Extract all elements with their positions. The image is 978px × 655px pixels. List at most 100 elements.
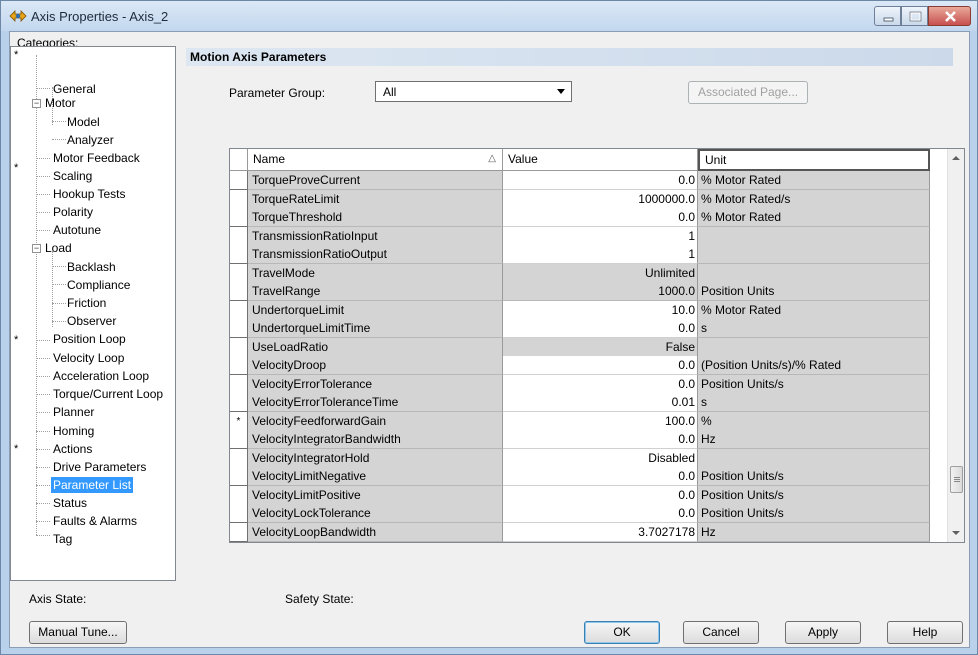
row-selector[interactable]: [230, 171, 248, 190]
param-value-cell[interactable]: 1000000.0: [503, 189, 698, 209]
table-row[interactable]: VelocityErrorTolerance 0.0 Position Units/…: [230, 374, 947, 394]
table-row[interactable]: VelocityLoopBandwidth 3.7027178 Hz: [230, 522, 947, 542]
parameter-group-select[interactable]: All: [375, 81, 572, 102]
row-selector[interactable]: [230, 319, 248, 338]
tree-item-position-loop[interactable]: Position Loop: [53, 331, 126, 347]
close-button[interactable]: [928, 6, 971, 26]
param-value-cell[interactable]: 0.0: [503, 504, 698, 523]
row-selector[interactable]: [230, 208, 248, 227]
param-value-cell[interactable]: 100.0: [503, 411, 698, 431]
tree-item-scaling[interactable]: Scaling: [53, 168, 92, 184]
grid-scrollbar[interactable]: [947, 149, 964, 542]
param-value-cell[interactable]: 0.0: [503, 467, 698, 486]
tree-item-analyzer[interactable]: Analyzer: [67, 132, 114, 148]
tree-item-load[interactable]: Load: [45, 240, 72, 256]
apply-button[interactable]: Apply: [785, 621, 861, 644]
param-value-cell[interactable]: 1: [503, 245, 698, 264]
table-row[interactable]: TravelRange 1000.0 Position Units: [230, 282, 947, 301]
column-header-name[interactable]: Name △: [248, 149, 503, 171]
row-selector[interactable]: [230, 504, 248, 523]
table-row[interactable]: VelocityDroop 0.0 (Position Units/s)/% Rat…: [230, 356, 947, 375]
param-value-cell[interactable]: 10.0: [503, 300, 698, 320]
title-bar[interactable]: Axis Properties - Axis_2: [1, 1, 977, 31]
tree-item-faults-alarms[interactable]: Faults & Alarms: [53, 513, 137, 529]
ok-button[interactable]: OK: [584, 621, 660, 644]
table-row[interactable]: TorqueThreshold 0.0% Motor Rated: [230, 208, 947, 227]
row-selector[interactable]: [230, 467, 248, 486]
table-row[interactable]: TorqueProveCurrent 0.0% Motor Rated: [230, 171, 947, 190]
tree-item-velocity-loop[interactable]: Velocity Loop: [53, 350, 124, 366]
scroll-down-icon[interactable]: [952, 531, 960, 535]
param-value-cell[interactable]: 0.0: [503, 485, 698, 505]
tree-item-acceleration-loop[interactable]: Acceleration Loop: [53, 368, 149, 384]
row-selector[interactable]: [230, 393, 248, 412]
table-row[interactable]: VelocityErrorToleranceTime 0.01 s: [230, 393, 947, 412]
param-value-cell[interactable]: 0.0: [503, 319, 698, 338]
tree-item-polarity[interactable]: Polarity: [53, 204, 93, 220]
row-selector[interactable]: [230, 374, 248, 394]
tree-item-hookup-tests[interactable]: Hookup Tests: [53, 186, 126, 202]
table-row[interactable]: TransmissionRatioInput 1: [230, 226, 947, 246]
tree-item-backlash[interactable]: Backlash: [67, 259, 116, 275]
param-value-cell[interactable]: 0.01: [503, 393, 698, 412]
tree-item-status[interactable]: Status: [53, 495, 87, 511]
row-selector[interactable]: [230, 189, 248, 209]
table-row[interactable]: TravelMode Unlimited: [230, 263, 947, 283]
help-button[interactable]: Help: [887, 621, 963, 644]
row-selector[interactable]: [230, 448, 248, 468]
table-row[interactable]: TorqueRateLimit 1000000.0% Motor Rated/s: [230, 189, 947, 209]
table-row[interactable]: TransmissionRatioOutput 1: [230, 245, 947, 264]
row-selector[interactable]: [230, 356, 248, 375]
tree-item-drive-parameters[interactable]: Drive Parameters: [53, 459, 146, 475]
collapse-motor-icon[interactable]: −: [32, 99, 41, 108]
minimize-button[interactable]: [874, 6, 901, 26]
param-value-cell[interactable]: 0.0: [503, 430, 698, 449]
tree-item-planner[interactable]: Planner: [53, 404, 94, 420]
table-row[interactable]: VelocityLimitPositive 0.0 Position Units/s: [230, 485, 947, 505]
row-selector[interactable]: [230, 485, 248, 505]
row-selector[interactable]: [230, 263, 248, 283]
associated-page-button[interactable]: Associated Page...: [688, 81, 808, 104]
param-value-cell[interactable]: 1: [503, 226, 698, 246]
column-header-value[interactable]: Value: [503, 149, 698, 171]
tree-item-motor[interactable]: Motor: [45, 95, 76, 111]
tree-item-model[interactable]: Model: [67, 114, 100, 130]
column-header-unit[interactable]: Unit: [698, 149, 930, 171]
tree-item-autotune[interactable]: Autotune: [53, 222, 101, 238]
tree-item-parameter-list[interactable]: Parameter List: [51, 477, 134, 493]
tree-item-motor-feedback[interactable]: Motor Feedback: [53, 150, 140, 166]
table-row[interactable]: UseLoadRatio False: [230, 337, 947, 357]
tree-item-homing[interactable]: Homing: [53, 423, 94, 439]
param-value-cell[interactable]: 0.0: [503, 356, 698, 375]
table-row[interactable]: VelocityLimitNegative 0.0 Position Units/s: [230, 467, 947, 486]
row-selector[interactable]: [230, 226, 248, 246]
categories-tree[interactable]: * General − Motor Model Analyzer Motor F…: [10, 46, 176, 581]
tree-item-torque-current-loop[interactable]: Torque/Current Loop: [53, 386, 163, 402]
table-row[interactable]: UndertorqueLimit 10.0% Motor Rated: [230, 300, 947, 320]
row-selector[interactable]: *: [230, 411, 248, 431]
maximize-button[interactable]: [901, 6, 928, 26]
table-row[interactable]: VelocityIntegratorHold Disabled: [230, 448, 947, 468]
collapse-load-icon[interactable]: −: [32, 244, 41, 253]
row-selector[interactable]: [230, 245, 248, 264]
param-value-cell[interactable]: 0.0: [503, 171, 698, 190]
row-selector[interactable]: [230, 337, 248, 357]
row-selector[interactable]: [230, 430, 248, 449]
param-value-cell[interactable]: 0.0: [503, 208, 698, 227]
cancel-button[interactable]: Cancel: [683, 621, 759, 644]
param-value-cell[interactable]: Disabled: [503, 448, 698, 468]
scrollbar-thumb[interactable]: [950, 466, 963, 493]
row-selector[interactable]: [230, 282, 248, 301]
table-row[interactable]: * VelocityFeedforwardGain 100.0%: [230, 411, 947, 431]
tree-item-observer[interactable]: Observer: [67, 313, 116, 329]
scroll-up-icon[interactable]: [952, 156, 960, 160]
param-value-cell[interactable]: 0.0: [503, 374, 698, 394]
parameter-grid[interactable]: Name △ Value Unit TorqueProveCurrent 0.0%…: [229, 148, 965, 543]
row-selector[interactable]: [230, 300, 248, 320]
tree-item-actions[interactable]: Actions: [53, 441, 92, 457]
manual-tune-button[interactable]: Manual Tune...: [29, 621, 127, 644]
table-row[interactable]: VelocityLockTolerance 0.0 Position Units/s: [230, 504, 947, 523]
row-selector[interactable]: [230, 522, 248, 542]
param-value-cell[interactable]: 3.7027178: [503, 522, 698, 542]
table-row[interactable]: VelocityIntegratorBandwidth 0.0 Hz: [230, 430, 947, 449]
